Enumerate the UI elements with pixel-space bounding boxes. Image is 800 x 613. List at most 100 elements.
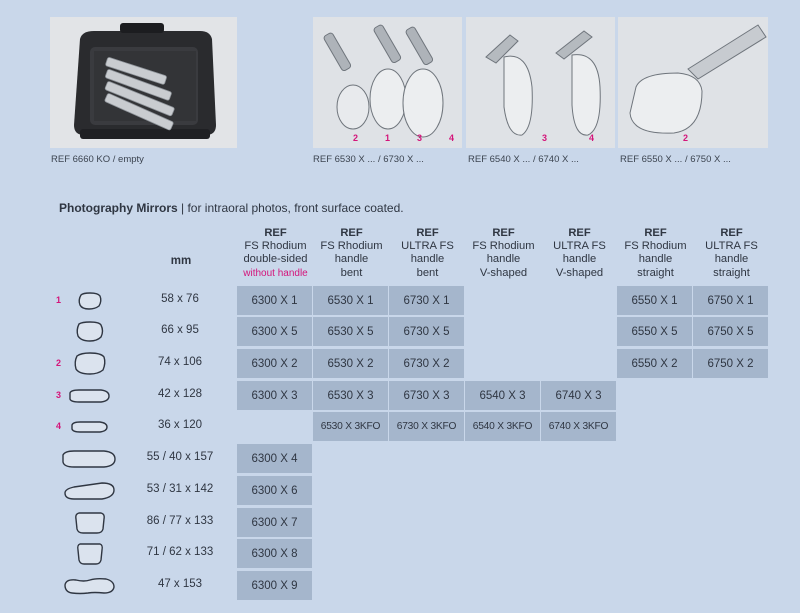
ref-cell: 6550 X 5 bbox=[617, 317, 692, 346]
ref-cell: 6730 X 1 bbox=[389, 286, 464, 315]
ref-cell: 6300 X 4 bbox=[237, 444, 312, 473]
photo-case-empty bbox=[50, 17, 237, 148]
column-subtitle: bent bbox=[340, 266, 363, 279]
section-heading: Photography Mirrors bbox=[59, 201, 178, 215]
column-subtitle: ULTRA FS bbox=[705, 240, 758, 253]
ref-cell: 6750 X 1 bbox=[693, 286, 768, 315]
mirror-shape-icon bbox=[62, 481, 116, 506]
ref-cell: 6300 X 9 bbox=[237, 571, 312, 600]
mirror-shape-icon bbox=[73, 352, 107, 380]
column-header: REF FS Rhodium handle straight bbox=[617, 227, 694, 280]
column-header: REF ULTRA FS handle V-shaped bbox=[541, 227, 618, 280]
ref-cell: 6540 X 3KFO bbox=[465, 412, 540, 441]
column-subtitle: ULTRA FS bbox=[553, 240, 606, 253]
column-ref: REF bbox=[644, 227, 667, 239]
photo-mirror-straight bbox=[618, 17, 768, 148]
column-ref: REF bbox=[492, 227, 515, 239]
mirror-shape-icon bbox=[75, 321, 105, 347]
ref-cell: 6530 X 1 bbox=[313, 286, 388, 315]
mirror-shape-icon bbox=[60, 449, 118, 474]
mirror-size: 58 x 76 bbox=[161, 293, 199, 305]
column-header: REF ULTRA FS handle bent bbox=[389, 227, 466, 280]
ref-cell: 6550 X 2 bbox=[617, 349, 692, 378]
column-subtitle: handle bbox=[410, 253, 445, 266]
column-subtitle: ULTRA FS bbox=[401, 240, 454, 253]
row-number: 4 bbox=[56, 421, 62, 431]
column-subtitle: bent bbox=[416, 266, 439, 279]
column-ref: REF bbox=[416, 227, 439, 239]
column-subtitle: FS Rhodium bbox=[320, 240, 383, 253]
column-subtitle: FS Rhodium bbox=[472, 240, 535, 253]
mm-header: mm bbox=[170, 255, 192, 267]
column-subtitle: straight bbox=[637, 266, 674, 279]
column-subtitle: FS Rhodium bbox=[244, 240, 307, 253]
column-header: REF ULTRA FS handle straight bbox=[693, 227, 770, 280]
ref-cell: 6740 X 3KFO bbox=[541, 412, 616, 441]
mirror-shape-icon bbox=[62, 576, 116, 601]
photo-mirrors-vshaped bbox=[466, 17, 615, 148]
photo-mirror-label: 1 bbox=[385, 133, 391, 143]
mirror-size: 47 x 153 bbox=[157, 578, 203, 590]
ref-cell: 6300 X 1 bbox=[237, 286, 312, 315]
mirror-size: 36 x 120 bbox=[157, 419, 203, 431]
column-subtitle: V-shaped bbox=[479, 266, 528, 279]
ref-cell: 6730 X 3KFO bbox=[389, 412, 464, 441]
column-subtitle: V-shaped bbox=[555, 266, 604, 279]
photo-mirror-label: 3 bbox=[542, 133, 548, 143]
photo-mirror-label: 2 bbox=[683, 133, 689, 143]
photo-mirror-label: 4 bbox=[449, 133, 455, 143]
column-ref: REF bbox=[340, 227, 363, 239]
photo-caption: REF 6530 X ... / 6730 X ... bbox=[313, 154, 424, 165]
row-number: 1 bbox=[56, 295, 62, 305]
column-note: without handle bbox=[243, 267, 308, 279]
mirror-shape-icon bbox=[67, 388, 111, 409]
column-ref: REF bbox=[264, 227, 287, 239]
photo-caption: REF 6550 X ... / 6750 X ... bbox=[620, 154, 731, 165]
ref-cell: 6750 X 2 bbox=[693, 349, 768, 378]
ref-cell: 6730 X 5 bbox=[389, 317, 464, 346]
row-number: 3 bbox=[56, 390, 62, 400]
photo-mirror-label: 2 bbox=[353, 133, 359, 143]
mirror-size: 86 / 77 x 133 bbox=[146, 515, 214, 527]
photo-caption: REF 6540 X ... / 6740 X ... bbox=[468, 154, 579, 165]
ref-cell: 6300 X 8 bbox=[237, 539, 312, 568]
ref-cell: 6300 X 7 bbox=[237, 508, 312, 537]
ref-cell: 6300 X 6 bbox=[237, 476, 312, 505]
photo-mirror-label: 3 bbox=[417, 133, 423, 143]
ref-cell: 6550 X 1 bbox=[617, 286, 692, 315]
mirror-size: 55 / 40 x 157 bbox=[146, 451, 214, 463]
column-ref: REF bbox=[568, 227, 591, 239]
column-subtitle: handle bbox=[638, 253, 673, 266]
section-subtitle: | for intraoral photos, front surface co… bbox=[177, 201, 404, 215]
column-subtitle: handle bbox=[714, 253, 749, 266]
column-subtitle: straight bbox=[713, 266, 750, 279]
ref-cell: 6300 X 5 bbox=[237, 317, 312, 346]
column-header: REF FS Rhodium handle V-shaped bbox=[465, 227, 542, 280]
mirror-shape-icon bbox=[73, 511, 107, 540]
ref-cell: 6730 X 3 bbox=[389, 381, 464, 410]
mirror-shape-icon bbox=[77, 291, 103, 315]
column-ref: REF bbox=[720, 227, 743, 239]
column-subtitle: handle bbox=[334, 253, 369, 266]
mirror-shape-icon bbox=[69, 420, 109, 439]
ref-cell: 6540 X 3 bbox=[465, 381, 540, 410]
column-header: REF FS Rhodium handle bent bbox=[313, 227, 390, 280]
column-subtitle: FS Rhodium bbox=[624, 240, 687, 253]
column-subtitle: handle bbox=[486, 253, 521, 266]
section-title: Photography Mirrors | for intraoral phot… bbox=[59, 201, 404, 215]
column-subtitle: handle bbox=[562, 253, 597, 266]
row-number: 2 bbox=[56, 358, 62, 368]
ref-cell: 6530 X 3KFO bbox=[313, 412, 388, 441]
photo-mirror-label: 4 bbox=[589, 133, 595, 143]
ref-cell: 6530 X 2 bbox=[313, 349, 388, 378]
ref-cell: 6530 X 5 bbox=[313, 317, 388, 346]
mirror-shape-icon bbox=[75, 542, 105, 571]
mirror-size: 53 / 31 x 142 bbox=[146, 483, 214, 495]
mirror-size: 42 x 128 bbox=[157, 388, 203, 400]
mirror-size: 71 / 62 x 133 bbox=[146, 546, 214, 558]
mirror-size: 66 x 95 bbox=[161, 324, 199, 336]
ref-cell: 6530 X 3 bbox=[313, 381, 388, 410]
ref-cell: 6740 X 3 bbox=[541, 381, 616, 410]
column-subtitle: double-sided bbox=[243, 253, 308, 266]
ref-cell: 6300 X 2 bbox=[237, 349, 312, 378]
